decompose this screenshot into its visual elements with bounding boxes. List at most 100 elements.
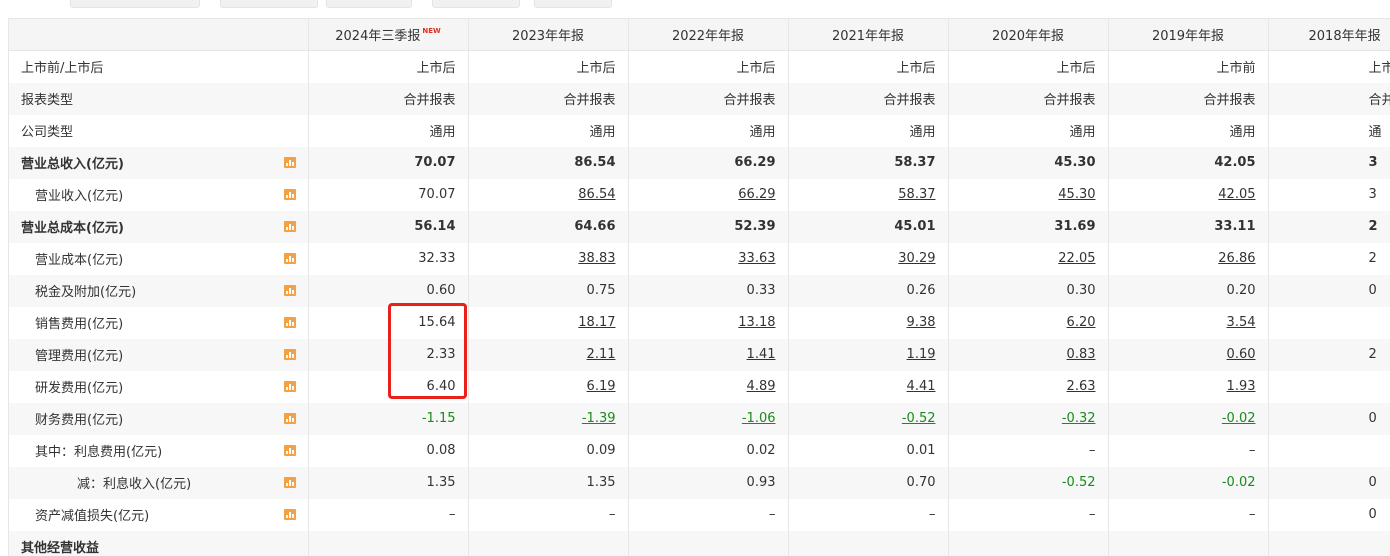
value-text[interactable]: -1.39 [582,411,616,426]
value-cell: 上市后 [308,51,468,83]
value-cell: 4.41 [788,371,948,403]
table-row: 营业成本(亿元)32.3338.8333.6330.2922.0526.862 [9,243,1390,275]
value-text[interactable]: -0.02 [1222,411,1256,426]
column-header[interactable]: 2022年年报 [628,19,788,51]
value-cell: 3 [1268,147,1390,179]
value-cell [1108,531,1268,556]
value-text: 合并报表 [403,93,455,108]
column-header[interactable]: 2021年年报 [788,19,948,51]
value-cell: 通用 [788,115,948,147]
bar-chart-icon[interactable] [284,509,296,520]
filter-pill[interactable] [220,0,318,8]
value-cell: 上市前 [1108,51,1268,83]
value-text[interactable]: 0.60 [1227,347,1256,362]
value-text: – [1089,443,1096,458]
row-label: 报表类型 [21,93,73,108]
bar-chart-icon[interactable] [284,157,296,168]
value-text: 2 [1369,347,1377,362]
table-row: 营业总成本(亿元)56.1464.6652.3945.0131.6933.112 [9,211,1390,243]
value-text[interactable]: 33.63 [738,251,775,266]
value-text[interactable]: -1.06 [742,411,776,426]
row-label: 财务费用(亿元) [35,413,123,428]
value-text[interactable]: 66.29 [738,187,775,202]
row-label: 营业成本(亿元) [35,253,123,268]
value-cell: 0.93 [628,467,788,499]
value-text[interactable]: -0.52 [902,411,936,426]
bar-chart-icon[interactable] [284,253,296,264]
value-cell: 合并报 [1268,83,1390,115]
value-text[interactable]: 26.86 [1218,251,1255,266]
value-text[interactable]: 3.54 [1227,315,1256,330]
value-cell: 31.69 [948,211,1108,243]
column-header[interactable]: 2018年年报 [1268,19,1390,51]
row-label: 资产减值损失(亿元) [35,509,149,524]
value-cell [1268,531,1390,556]
value-text: 45.01 [894,219,935,234]
value-text: 0 [1369,507,1377,522]
value-text[interactable]: 38.83 [578,251,615,266]
column-header[interactable]: 2020年年报 [948,19,1108,51]
value-text: 15.64 [418,315,455,330]
top-filter-bar [0,0,1390,12]
column-header[interactable]: 2019年年报 [1108,19,1268,51]
value-text: 0.30 [1067,283,1096,298]
value-text[interactable]: 45.30 [1058,187,1095,202]
bar-chart-icon[interactable] [284,349,296,360]
value-cell: 2.11 [468,339,628,371]
bar-chart-icon[interactable] [284,477,296,488]
column-header[interactable]: 2024年三季报NEW [308,19,468,51]
value-text[interactable]: 4.89 [747,379,776,394]
value-text[interactable]: 86.54 [578,187,615,202]
value-cell: 合并报表 [948,83,1108,115]
column-header[interactable]: 2023年年报 [468,19,628,51]
filter-pill[interactable] [70,0,200,8]
value-text[interactable]: 6.20 [1067,315,1096,330]
bar-chart-icon[interactable] [284,381,296,392]
value-text[interactable]: 2.11 [587,347,616,362]
value-text[interactable]: -0.32 [1062,411,1096,426]
bar-chart-icon[interactable] [284,317,296,328]
value-text[interactable]: 4.41 [907,379,936,394]
value-cell: 66.29 [628,179,788,211]
filter-pill[interactable] [534,0,612,8]
row-label-cell: 公司类型 [9,115,308,147]
value-text: 合并报表 [1043,93,1095,108]
value-text: 上市 [1369,61,1390,76]
value-cell: -1.06 [628,403,788,435]
filter-pill[interactable] [326,0,412,8]
value-text[interactable]: 42.05 [1218,187,1255,202]
value-cell: 66.29 [628,147,788,179]
filter-pill[interactable] [432,0,520,8]
value-cell [628,531,788,556]
row-label-cell: 销售费用(亿元) [9,307,308,339]
value-text[interactable]: 9.38 [907,315,936,330]
value-text[interactable]: 1.41 [747,347,776,362]
value-text[interactable]: 30.29 [898,251,935,266]
value-text[interactable]: 13.18 [738,315,775,330]
value-text: 42.05 [1214,155,1255,170]
bar-chart-icon[interactable] [284,221,296,232]
value-text[interactable]: 18.17 [578,315,615,330]
value-cell: 0.20 [1108,275,1268,307]
value-text[interactable]: 2.63 [1067,379,1096,394]
bar-chart-icon[interactable] [284,189,296,200]
value-cell: 3 [1268,179,1390,211]
bar-chart-icon[interactable] [284,445,296,456]
value-text: 通用 [1069,125,1095,140]
value-cell [468,531,628,556]
bar-chart-icon[interactable] [284,285,296,296]
value-cell: 33.63 [628,243,788,275]
value-cell: 上市后 [788,51,948,83]
value-text[interactable]: 6.19 [587,379,616,394]
value-text[interactable]: 0.83 [1067,347,1096,362]
value-text: 0.20 [1227,283,1256,298]
value-cell: 22.05 [948,243,1108,275]
value-text[interactable]: 1.19 [907,347,936,362]
value-text[interactable]: 58.37 [898,187,935,202]
column-header-label: 2019年年报 [1152,29,1224,44]
value-text[interactable]: 22.05 [1058,251,1095,266]
row-label-cell: 管理费用(亿元) [9,339,308,371]
bar-chart-icon[interactable] [284,413,296,424]
value-text[interactable]: 1.93 [1227,379,1256,394]
value-cell: – [628,499,788,531]
